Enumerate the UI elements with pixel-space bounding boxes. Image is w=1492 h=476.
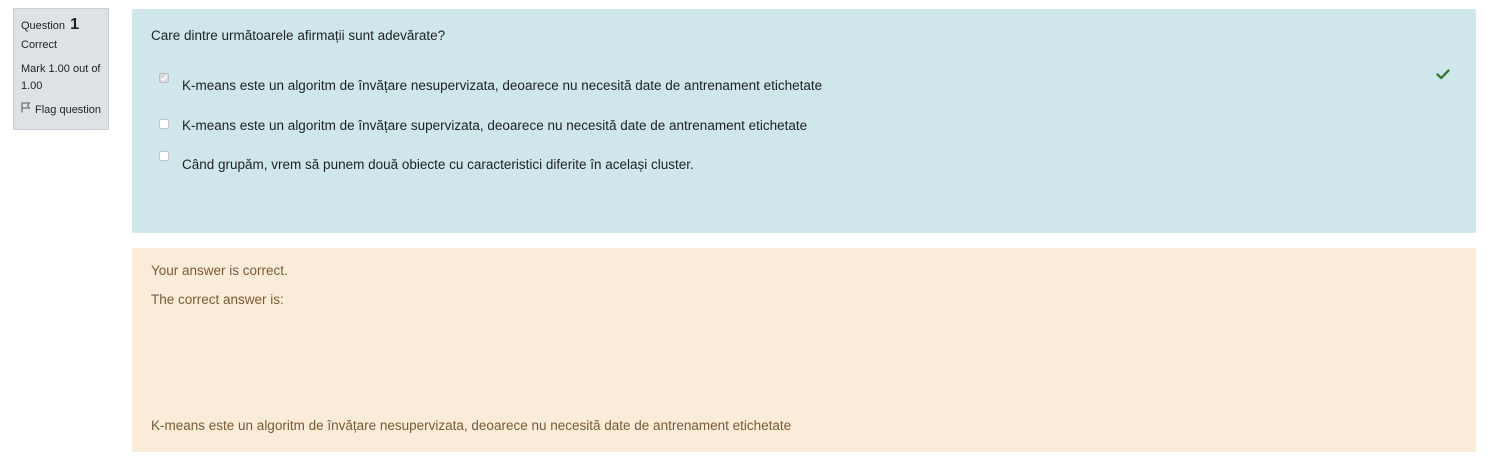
question-grade: Mark 1.00 out of 1.00 [21, 63, 101, 92]
answer-option-label[interactable]: K-means este un algoritm de învățare sup… [182, 118, 807, 133]
question-info-panel: Question 1 Correct Mark 1.00 out of 1.00… [13, 8, 109, 130]
right-answer-text: K-means este un algoritm de învățare nes… [151, 418, 792, 433]
question-label: Question [21, 20, 66, 32]
question-text: Care dintre următoarele afirmații sunt a… [151, 28, 446, 43]
flag-icon [21, 102, 31, 118]
feedback-text: Your answer is correct. [151, 263, 288, 278]
answer-checkbox-1[interactable] [159, 73, 169, 83]
flag-question-button[interactable]: Flag question [21, 102, 102, 118]
answer-checkbox-3[interactable] [159, 151, 169, 161]
answer-option-label[interactable]: K-means este un algoritm de învățare nes… [182, 78, 822, 93]
question-formulation: Care dintre următoarele afirmații sunt a… [132, 9, 1476, 233]
right-answer-label: The correct answer is: [151, 292, 284, 307]
question-feedback: Your answer is correct. The correct answ… [132, 248, 1476, 452]
question-state: Correct [21, 39, 58, 51]
check-icon [1436, 68, 1450, 81]
question-number-row: Question 1 [21, 17, 102, 34]
question-number: 1 [70, 16, 79, 33]
answer-option-label[interactable]: Când grupăm, vrem să punem două obiecte … [182, 157, 694, 172]
flag-question-label: Flag question [35, 104, 102, 116]
answer-checkbox-2[interactable] [159, 119, 169, 129]
